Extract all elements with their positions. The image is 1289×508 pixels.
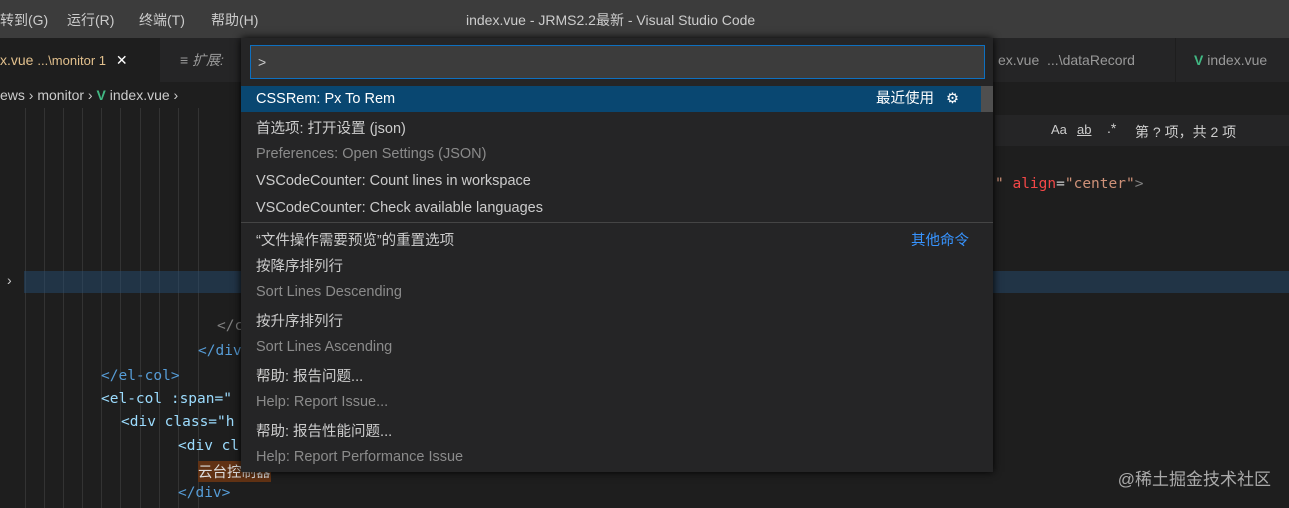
command-description: Help: Report Issue...: [256, 394, 389, 410]
command-item[interactable]: 首选项: 打开设置 (json) Preferences: Open Settin…: [241, 117, 993, 162]
recently-used-label: 最近使用 ⚙: [875, 91, 959, 107]
match-case-toggle[interactable]: Aa: [1051, 122, 1067, 137]
command-label: 首选项: 打开设置 (json): [256, 121, 406, 137]
whole-word-toggle[interactable]: ab: [1077, 122, 1091, 137]
command-item[interactable]: CSSRem: Px To Rem 最近使用 ⚙: [241, 86, 981, 112]
regex-toggle[interactable]: .*: [1107, 120, 1116, 136]
find-widget: Aa ab .* 第 ? 项，共 2 项: [995, 115, 1289, 146]
fold-chevron-icon[interactable]: ›: [7, 272, 12, 288]
command-item[interactable]: “文件操作需要预览”的重置选项 其他命令: [241, 229, 993, 250]
title-bar: 转到(G) 运行(R) 终端(T) 帮助(H) index.vue - JRMS…: [0, 0, 1289, 38]
command-label: CSSRem: Px To Rem: [256, 91, 396, 107]
command-description: Sort Lines Ascending: [256, 339, 393, 355]
menu-help[interactable]: 帮助(H): [211, 10, 258, 30]
command-description: Sort Lines Descending: [256, 284, 402, 300]
tab-extension[interactable]: ≡ 扩展:: [172, 38, 232, 82]
code-attr: align: [1012, 176, 1057, 192]
tab-name: x.vue: [0, 52, 34, 68]
code-line: <el-col :span=": [101, 391, 232, 407]
menu-terminal[interactable]: 终端(T): [139, 10, 185, 30]
command-label: 按降序排列行: [256, 259, 343, 275]
command-item[interactable]: 按升序排列行 Sort Lines Ascending: [241, 310, 993, 355]
vue-icon: V: [96, 87, 106, 103]
command-item[interactable]: 按降序排列行 Sort Lines Descending: [241, 255, 993, 300]
command-label: 帮助: 报告性能问题...: [256, 424, 393, 440]
tab-datarecord[interactable]: ex.vue ...\dataRecord: [990, 38, 1176, 82]
list-icon: ≡: [180, 52, 189, 68]
other-commands-label: 其他命令: [911, 233, 969, 249]
tab-path: ...\monitor 1: [37, 53, 106, 68]
command-item[interactable]: VSCodeCounter: Count lines in workspace: [241, 173, 993, 189]
command-input[interactable]: >: [250, 45, 985, 79]
code-line: </div>: [178, 485, 231, 501]
tab-name: 扩展:: [192, 52, 224, 68]
separator: [241, 222, 993, 223]
scrollbar[interactable]: [981, 86, 993, 112]
command-item[interactable]: VSCodeCounter: Check available languages: [241, 200, 993, 216]
tab-active[interactable]: x.vue ...\monitor 1 ✕: [0, 38, 160, 82]
gear-icon[interactable]: ⚙: [946, 91, 959, 107]
command-label: 按升序排列行: [256, 314, 343, 330]
menu-goto[interactable]: 转到(G): [0, 10, 48, 30]
command-label: “文件操作需要预览”的重置选项: [256, 233, 455, 249]
command-item[interactable]: 帮助: 报告问题... Help: Report Issue...: [241, 365, 993, 410]
command-description: Help: Report Performance Issue: [256, 449, 464, 465]
code-line: <div cl: [178, 438, 240, 454]
code-line: </div: [198, 343, 242, 359]
command-label: 帮助: 报告问题...: [256, 369, 364, 385]
command-label: VSCodeCounter: Count lines in workspace: [256, 173, 531, 189]
window-title: index.vue - JRMS2.2最新 - Visual Studio Co…: [466, 12, 756, 28]
crumb[interactable]: ews: [0, 87, 25, 103]
close-icon[interactable]: ✕: [116, 52, 128, 68]
tab-index[interactable]: V index.vue: [1186, 38, 1275, 82]
crumb[interactable]: index.vue: [110, 87, 170, 103]
tab-name: ex.vue: [998, 52, 1040, 68]
tab-name: index.vue: [1207, 52, 1268, 68]
code-line: </c: [217, 318, 244, 334]
command-item[interactable]: 帮助: 报告性能问题... Help: Report Performance Is…: [241, 420, 993, 465]
menu-run[interactable]: 运行(R): [67, 10, 114, 30]
crumb[interactable]: monitor: [37, 87, 84, 103]
command-palette: > CSSRem: Px To Rem 最近使用 ⚙ 首选项: 打开设置 (js…: [241, 38, 993, 472]
code-value: "center": [1064, 176, 1135, 192]
tab-path: ...\dataRecord: [1047, 52, 1135, 68]
vue-icon: V: [1194, 52, 1204, 68]
find-result-count: 第 ? 项，共 2 项: [1135, 124, 1237, 140]
command-description: Preferences: Open Settings (JSON): [256, 146, 487, 162]
watermark: @稀土掘金技术社区: [1117, 470, 1271, 489]
code-line: <div class="h: [121, 414, 235, 430]
command-label: VSCodeCounter: Check available languages: [256, 200, 543, 216]
code-line: </el-col>: [101, 368, 180, 384]
